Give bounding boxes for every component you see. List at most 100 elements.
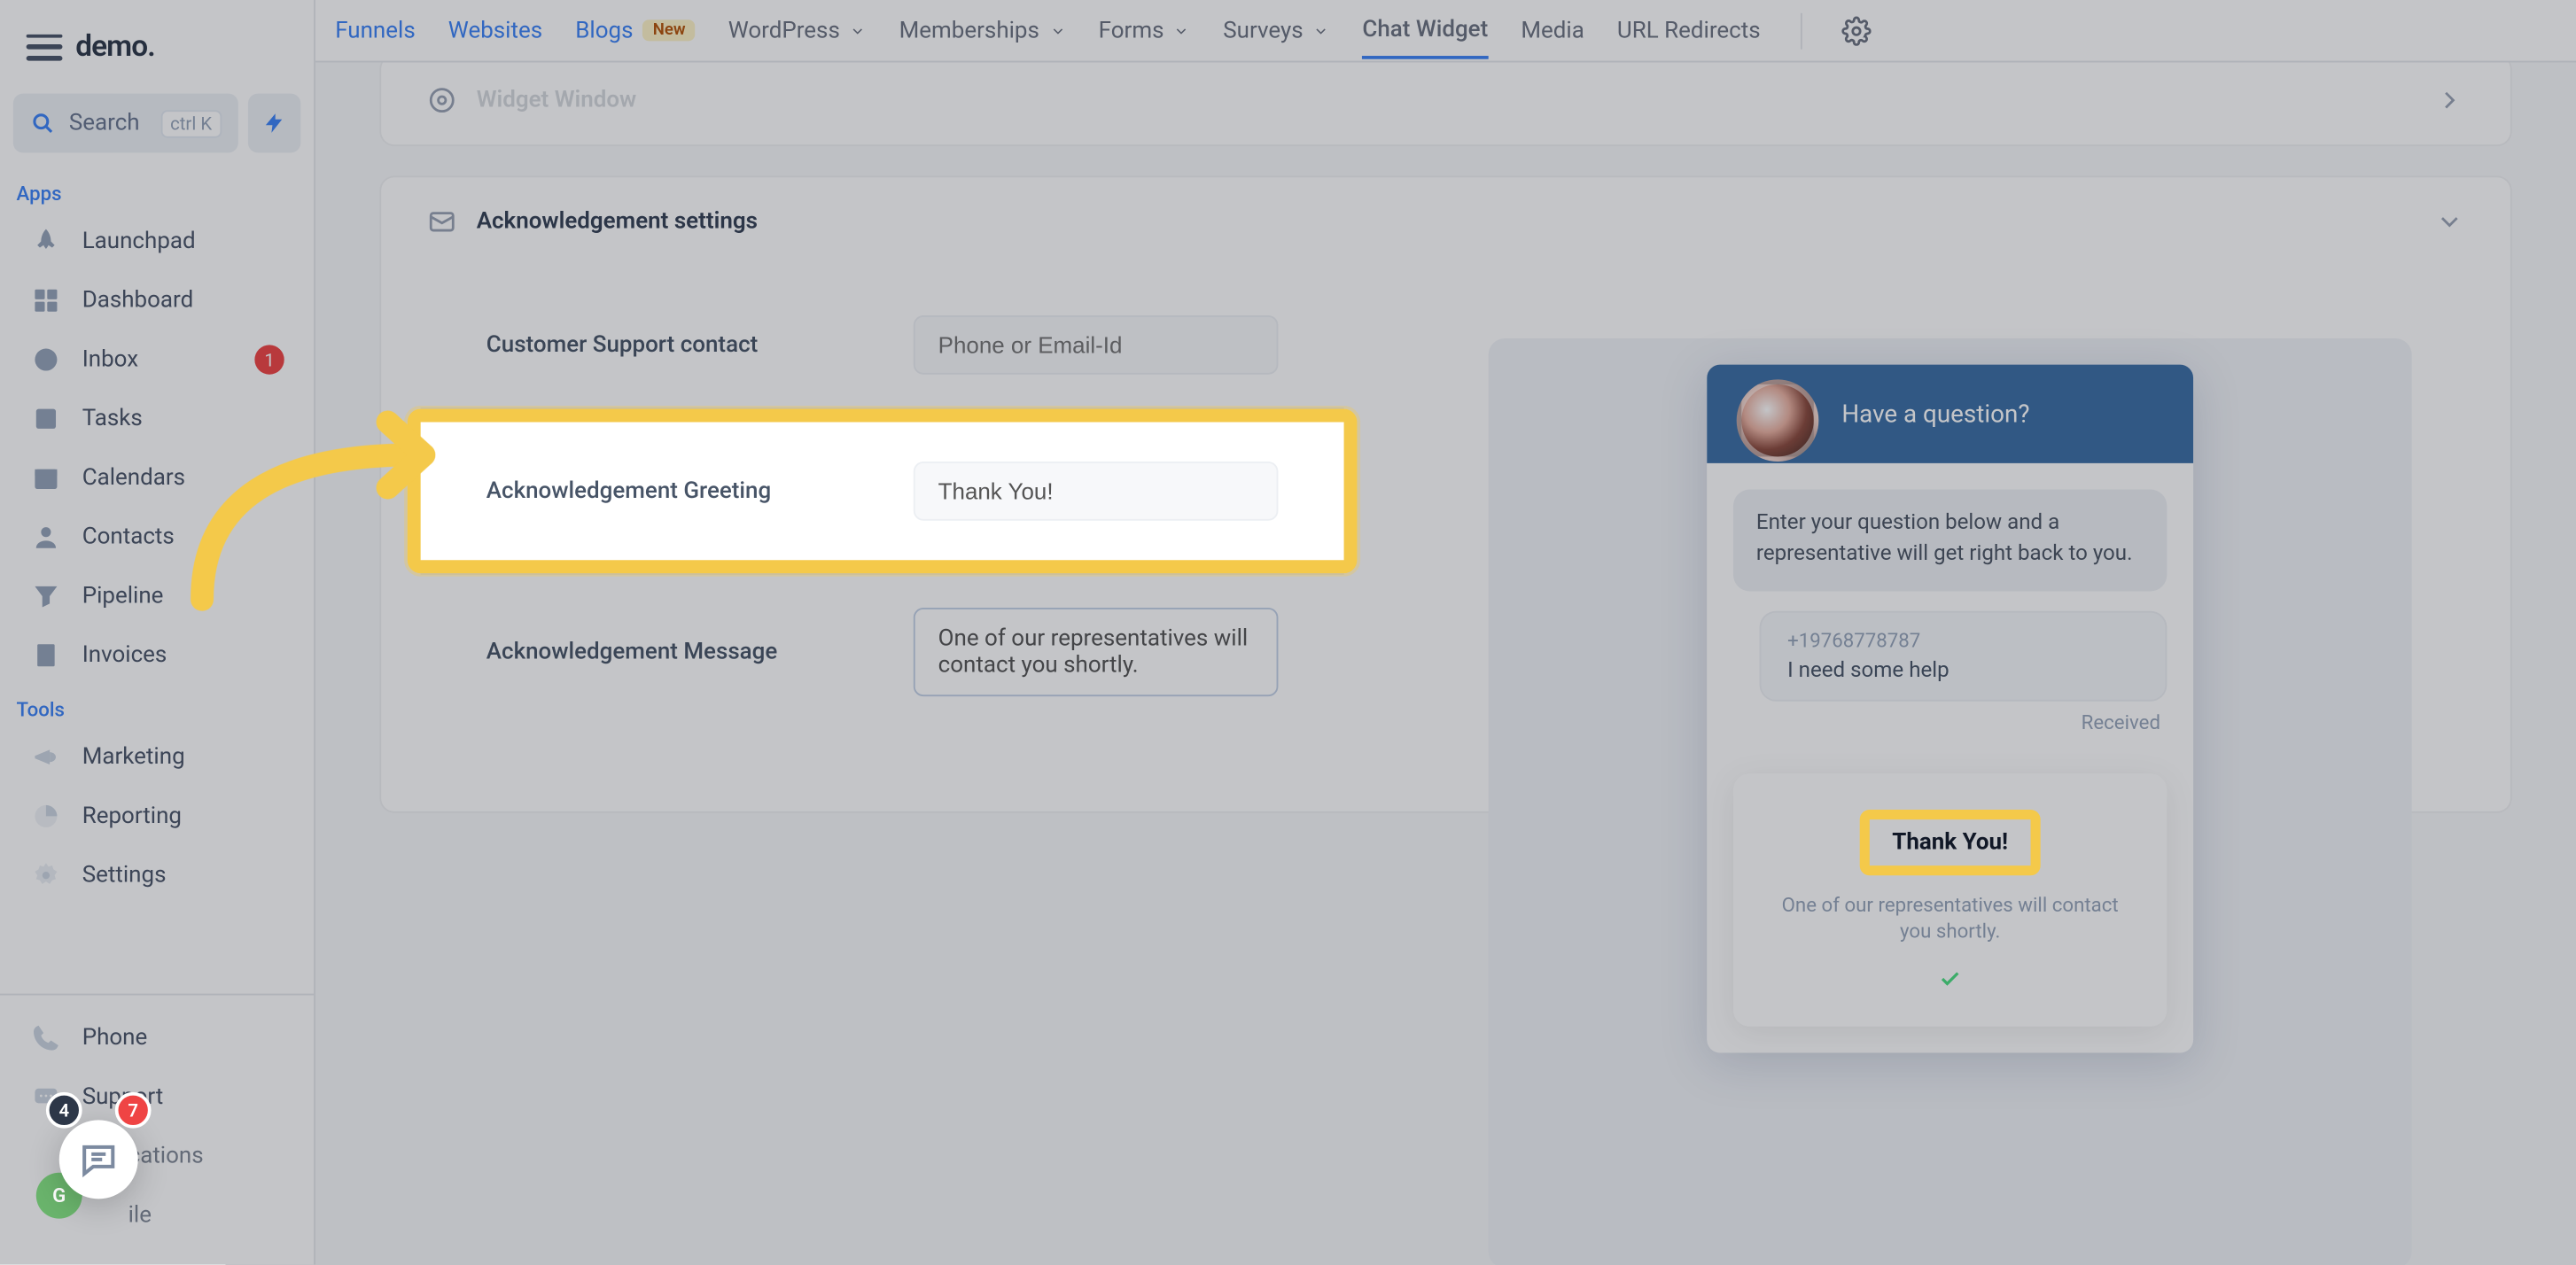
badge-7: 7 [115, 1092, 152, 1129]
contacts-icon [29, 521, 62, 554]
sidebar-item-phone[interactable]: Phone [6, 1008, 307, 1067]
message-input[interactable] [914, 608, 1279, 696]
chat-preview-card: Have a question? Enter your question bel… [1489, 338, 2412, 1265]
phone-icon [29, 1021, 62, 1054]
chart-icon [29, 800, 62, 833]
tab-funnels[interactable]: Funnels [335, 4, 416, 57]
invoice-icon [29, 639, 62, 671]
settings-icon[interactable] [1841, 16, 1871, 45]
divider [1800, 12, 1802, 49]
thank-you-highlight: Thank You! [1859, 809, 2041, 874]
new-badge: New [643, 19, 696, 41]
sidebar-item-label: Inbox [82, 346, 138, 373]
tab-blogs[interactable]: Blogs New [575, 4, 695, 57]
greeting-row: Acknowledgement Greeting [421, 422, 1344, 560]
sidebar-item-label: Contacts [82, 524, 175, 550]
chevron-down-icon [1049, 22, 1066, 39]
tab-url-redirects[interactable]: URL Redirects [1617, 4, 1761, 57]
widget-window-panel[interactable]: Widget Window [381, 62, 2510, 144]
badge-4: 4 [46, 1092, 82, 1129]
logo: demo. [75, 29, 154, 64]
tab-forms[interactable]: Forms [1099, 4, 1191, 57]
topbar: Funnels Websites Blogs New WordPress Mem… [315, 0, 2576, 62]
thank-you-title: Thank You! [1869, 819, 2031, 865]
chevron-right-icon [2435, 85, 2464, 114]
chevron-down-icon [850, 22, 867, 39]
search-placeholder: Search [69, 110, 140, 136]
calendar-icon [29, 462, 62, 494]
greeting-label: Acknowledgement Greeting [486, 478, 914, 505]
sidebar-item-invoices[interactable]: Invoices [6, 625, 307, 685]
received-label: Received [1733, 710, 2160, 733]
pipeline-icon [29, 579, 62, 612]
inbox-badge: 1 [254, 345, 284, 374]
user-message-text: I need some help [1787, 658, 2139, 683]
lightning-icon [263, 108, 286, 137]
sidebar-item-inbox[interactable]: Inbox 1 [6, 330, 307, 390]
sidebar-item-reporting[interactable]: Reporting [6, 787, 307, 846]
message-label: Acknowledgement Message [486, 639, 914, 665]
sidebar-item-marketing[interactable]: Marketing [6, 727, 307, 787]
help-widget[interactable]: 4 7 [50, 1100, 148, 1199]
agent-avatar [1737, 379, 1819, 462]
tab-media[interactable]: Media [1521, 4, 1584, 57]
hamburger-icon[interactable] [27, 34, 63, 60]
chat-bubble-icon [77, 1138, 120, 1181]
widget-window-title: Widget Window [477, 87, 637, 113]
sidebar-item-label: Pipeline [82, 583, 164, 609]
support-contact-input[interactable] [914, 315, 1279, 375]
check-icon [1763, 966, 2137, 997]
sidebar-item-label: Reporting [82, 803, 182, 830]
tab-wordpress[interactable]: WordPress [728, 4, 867, 57]
sidebar-item-pipeline[interactable]: Pipeline [6, 567, 307, 626]
search-shortcut: ctrl K [160, 109, 222, 137]
thank-you-bubble: Thank You! One of our representatives wi… [1733, 773, 2167, 1028]
sidebar-item-label: Invoices [82, 642, 167, 669]
message-row: Acknowledgement Message [421, 573, 1344, 729]
section-apps-label: Apps [0, 169, 314, 212]
support-contact-label: Customer Support contact [486, 331, 914, 358]
quick-actions-button[interactable] [248, 94, 300, 153]
eye-icon [427, 85, 456, 114]
tab-websites[interactable]: Websites [448, 4, 542, 57]
sidebar-item-label: Tasks [82, 406, 143, 432]
sidebar-item-label: ile [128, 1202, 152, 1229]
gear-icon [29, 859, 62, 892]
sidebar-item-label: Launchpad [82, 229, 196, 255]
search-input[interactable]: Search ctrl K [13, 94, 238, 153]
megaphone-icon [29, 741, 62, 773]
section-tools-label: Tools [0, 685, 314, 727]
sidebar-item-label: Dashboard [82, 287, 194, 314]
dashboard-icon [29, 284, 62, 317]
chat-header-text: Have a question? [1841, 400, 2029, 429]
sidebar-item-launchpad[interactable]: Launchpad [6, 212, 307, 271]
sidebar-item-label: Phone [82, 1025, 148, 1052]
chevron-down-icon [1174, 22, 1191, 39]
envelope-check-icon [427, 207, 456, 237]
sidebar-item-settings[interactable]: Settings [6, 846, 307, 905]
sidebar-item-dashboard[interactable]: Dashboard [6, 271, 307, 330]
main-content: Widget Window Acknowledgement settings C… [315, 62, 2576, 1264]
sidebar-item-contacts[interactable]: Contacts [6, 508, 307, 567]
chat-widget-preview: Have a question? Enter your question bel… [1707, 365, 2193, 1053]
sidebar-item-label: Settings [82, 862, 167, 889]
tab-surveys[interactable]: Surveys [1223, 4, 1329, 57]
chat-header: Have a question? [1707, 365, 2193, 463]
greeting-input[interactable] [914, 462, 1279, 521]
customer-support-row: Customer Support contact [421, 283, 1344, 409]
greeting-highlight: Acknowledgement Greeting [408, 409, 1358, 573]
user-phone: +19768778787 [1787, 628, 2139, 651]
sidebar-item-calendars[interactable]: Calendars [6, 448, 307, 508]
ack-panel-title: Acknowledgement settings [477, 208, 758, 235]
sidebar-item-label: Marketing [82, 744, 185, 771]
tasks-icon [29, 402, 62, 435]
thank-you-subtitle: One of our representatives will contact … [1763, 891, 2137, 946]
sidebar: demo. Search ctrl K Apps Launchpad Dashb… [0, 0, 315, 1265]
chevron-down-icon [1313, 22, 1330, 39]
search-icon [29, 110, 56, 136]
ack-panel-header[interactable]: Acknowledgement settings [381, 177, 2510, 266]
tab-memberships[interactable]: Memberships [899, 4, 1066, 57]
tab-chat-widget[interactable]: Chat Widget [1362, 4, 1488, 59]
inbox-icon [29, 343, 62, 376]
sidebar-item-tasks[interactable]: Tasks [6, 389, 307, 448]
